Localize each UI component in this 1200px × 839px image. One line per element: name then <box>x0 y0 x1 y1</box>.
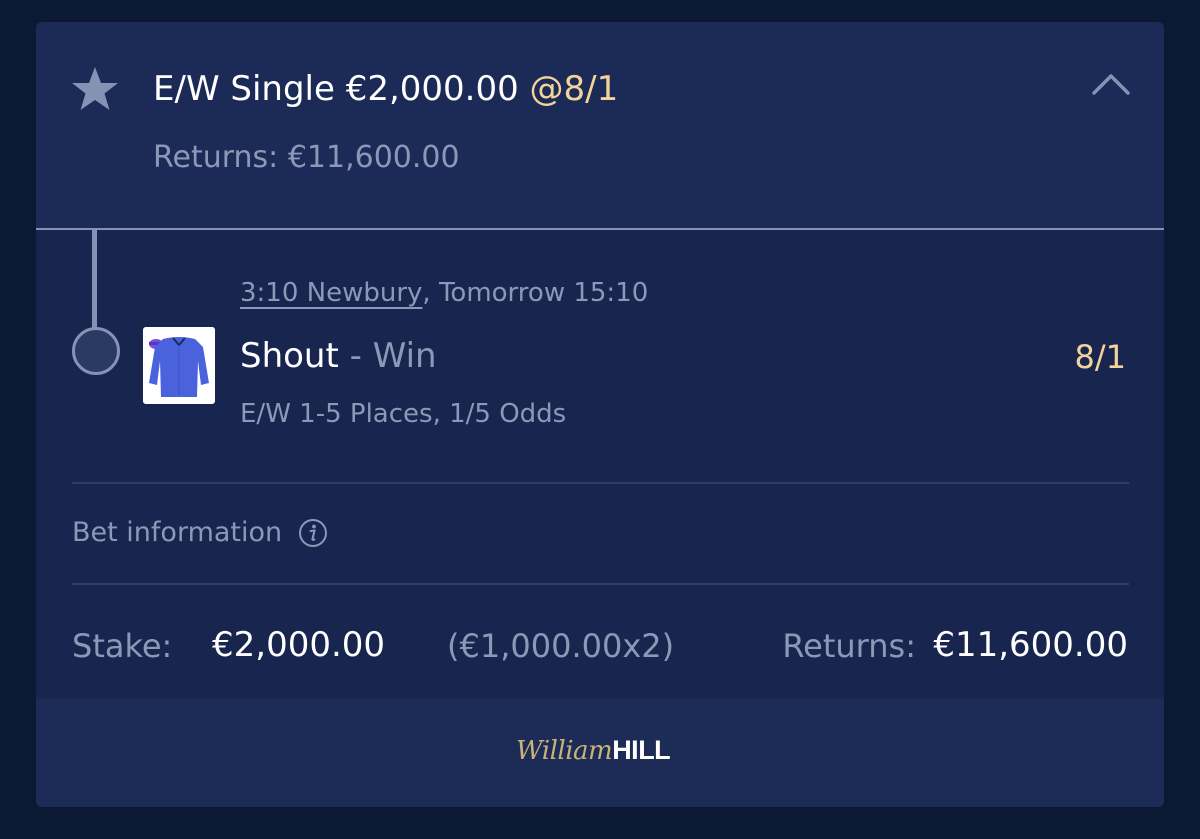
each-way-terms: E/W 1-5 Places, 1/5 Odds <box>240 399 567 429</box>
leg-connector-line <box>92 230 97 330</box>
selection-separator: - <box>338 336 373 376</box>
event-link[interactable]: 3:10 Newbury <box>240 278 422 308</box>
brand-footer: WilliamHILL <box>36 699 1164 807</box>
bet-odds: @8/1 <box>529 69 619 109</box>
stake-summary: Stake: €2,000.00 (€1,000.00x2) Returns: … <box>72 622 1128 670</box>
star-icon[interactable] <box>70 65 120 113</box>
bet-information-toggle[interactable]: Bet information <box>72 514 328 552</box>
selection-line: Shout - Win <box>240 334 437 378</box>
bet-type-stake: E/W Single €2,000.00 <box>153 69 519 109</box>
logo-bold: HILL <box>612 735 671 765</box>
selection-name: Shout <box>240 336 339 376</box>
info-icon[interactable] <box>298 518 328 548</box>
bet-information-label: Bet information <box>72 517 283 548</box>
bet-title: E/W Single €2,000.00 @8/1 <box>153 66 618 112</box>
event-time: , Tomorrow 15:10 <box>422 278 649 308</box>
bet-card: E/W Single €2,000.00 @8/1 Returns: €11,6… <box>36 22 1164 807</box>
selection-odds: 8/1 <box>1074 338 1127 376</box>
returns-label: Returns: <box>782 627 916 665</box>
stake-value: €2,000.00 <box>212 625 386 665</box>
header-divider <box>36 228 1164 230</box>
returns-value: €11,600.00 <box>933 625 1128 665</box>
leg-status-node <box>72 327 120 375</box>
william-hill-logo: WilliamHILL <box>516 735 671 771</box>
stake-label: Stake: <box>72 627 173 665</box>
chevron-up-icon[interactable] <box>1091 72 1131 96</box>
logo-script: William <box>516 736 613 766</box>
market-name: Win <box>372 336 437 376</box>
bet-header[interactable]: E/W Single €2,000.00 @8/1 Returns: €11,6… <box>36 22 1164 228</box>
event-info: 3:10 Newbury, Tomorrow 15:10 <box>240 274 648 312</box>
section-divider <box>72 482 1129 484</box>
section-divider <box>72 583 1129 585</box>
potential-returns: Returns: €11,600.00 <box>153 140 460 175</box>
stake-split: (€1,000.00x2) <box>447 627 675 665</box>
jockey-silks-icon <box>143 327 215 404</box>
